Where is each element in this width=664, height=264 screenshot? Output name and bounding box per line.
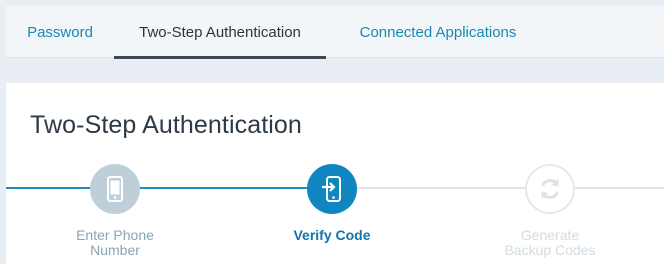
step-3-label: Generate Backup Codes — [504, 227, 596, 258]
step-1-circle — [90, 164, 140, 214]
settings-tab-bar: Password Two-Step Authentication Connect… — [6, 6, 664, 59]
step-2-label: Verify Code — [293, 227, 371, 243]
step-generate-backup-codes: Generate Backup Codes — [450, 164, 650, 258]
phone-enter-icon — [320, 176, 344, 202]
tab-connected-applications[interactable]: Connected Applications — [326, 6, 550, 58]
step-1-label: Enter Phone Number — [76, 227, 154, 258]
step-enter-phone-number: Enter Phone Number — [15, 164, 215, 258]
refresh-icon — [537, 176, 563, 202]
step-2-circle — [307, 164, 357, 214]
tab-password[interactable]: Password — [6, 6, 114, 58]
step-3-circle — [525, 164, 575, 214]
two-step-card: Two-Step Authentication Enter Phone Numb… — [6, 83, 664, 264]
page-title: Two-Step Authentication — [30, 111, 302, 139]
step-verify-code: Verify Code — [232, 164, 432, 243]
phone-icon — [106, 176, 124, 202]
tab-two-step-authentication[interactable]: Two-Step Authentication — [114, 6, 326, 59]
